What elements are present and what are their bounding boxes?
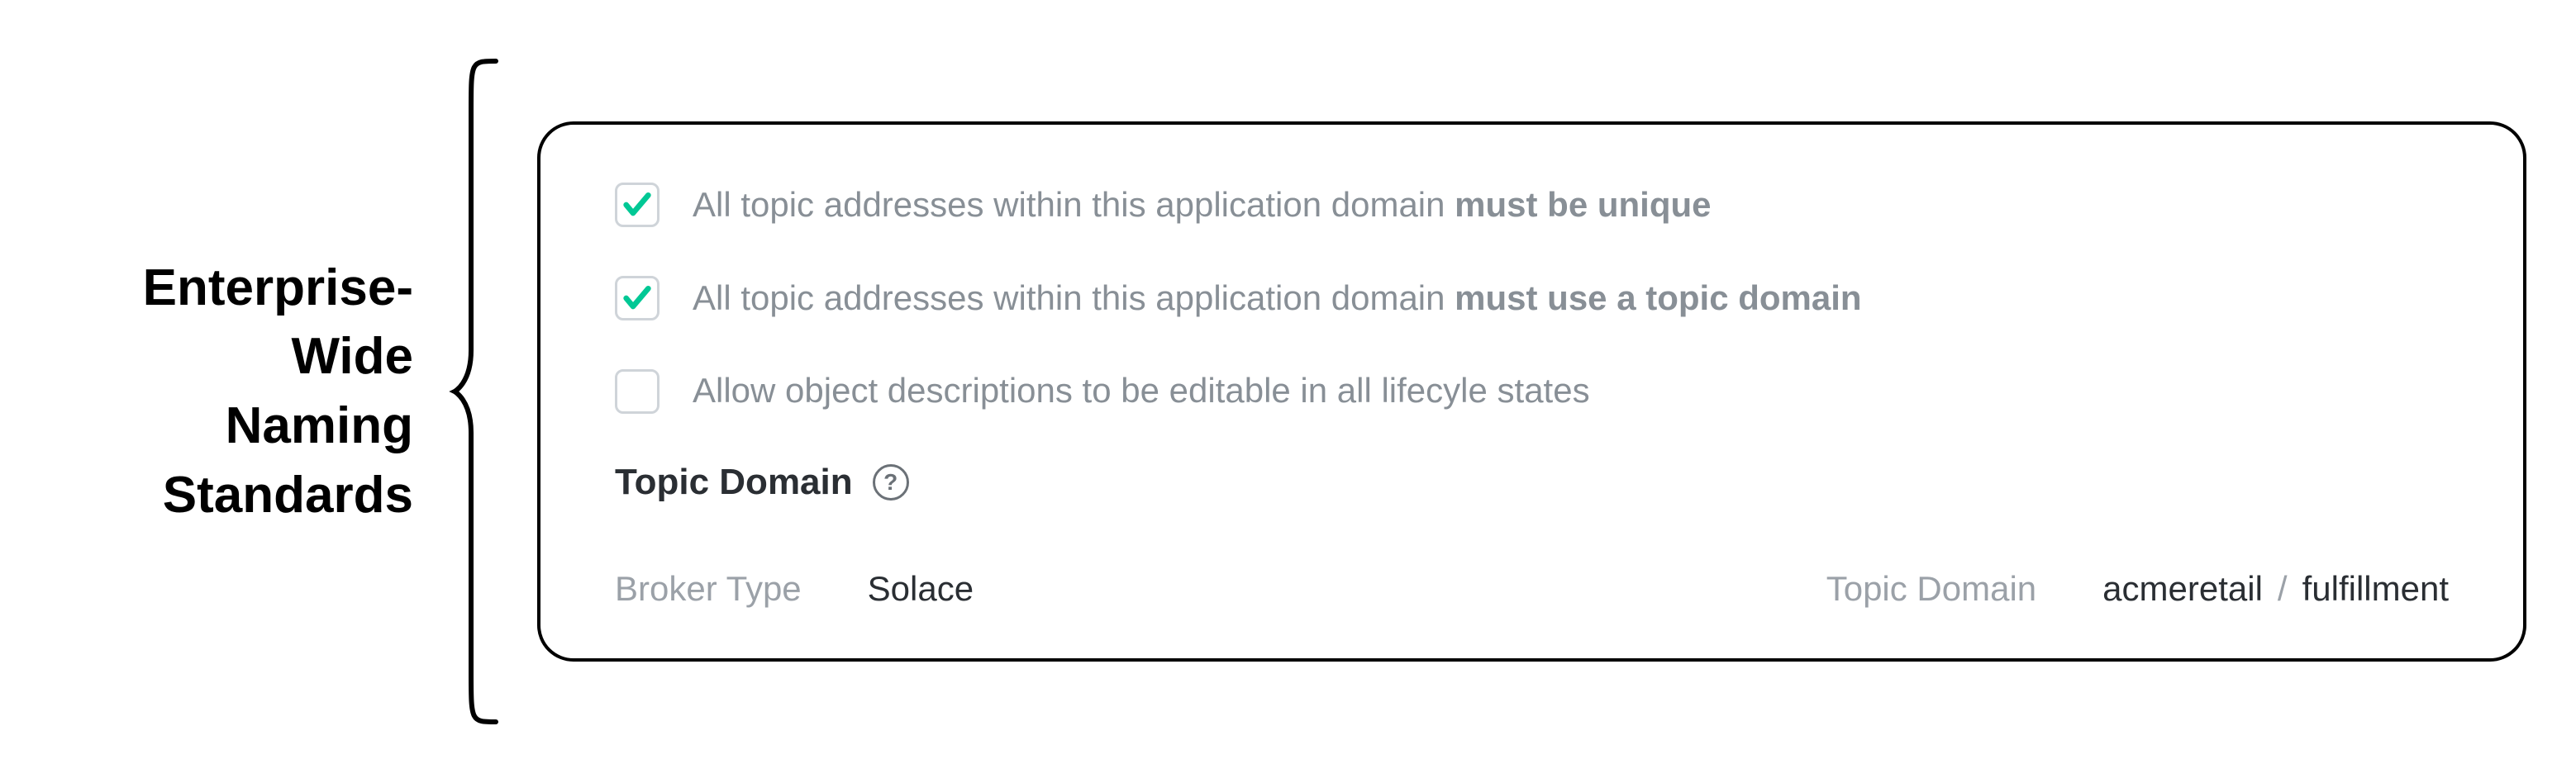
section-header: Topic Domain ?: [615, 462, 2449, 503]
help-icon[interactable]: ?: [873, 464, 909, 501]
brace-icon: [446, 53, 504, 730]
checkbox-label-topic-domain: All topic addresses within this applicat…: [693, 276, 1862, 321]
checkbox-row-topic-domain: All topic addresses within this applicat…: [615, 276, 2449, 321]
annotation-line: Enterprise-: [50, 254, 413, 323]
topic-domain-value: acmeretail/fulfillment: [2102, 569, 2449, 609]
checkbox-editable[interactable]: [615, 369, 659, 414]
annotation-label: Enterprise- Wide Naming Standards: [50, 254, 413, 530]
annotation-line: Naming: [50, 392, 413, 461]
check-icon: [621, 282, 654, 315]
checkbox-label-unique: All topic addresses within this applicat…: [693, 183, 1712, 228]
annotation-line: Standards: [50, 461, 413, 530]
checkbox-unique[interactable]: [615, 183, 659, 227]
settings-card: All topic addresses within this applicat…: [537, 121, 2526, 662]
annotation-line: Wide: [50, 322, 413, 392]
checkbox-row-editable: Allow object descriptions to be editable…: [615, 368, 2449, 414]
topic-domain-label: Topic Domain: [1826, 569, 2036, 609]
section-title: Topic Domain: [615, 462, 853, 503]
broker-type-label: Broker Type: [615, 569, 802, 609]
checkbox-topic-domain[interactable]: [615, 276, 659, 320]
checkbox-label-editable: Allow object descriptions to be editable…: [693, 368, 1590, 414]
broker-type-value: Solace: [868, 569, 974, 609]
check-icon: [621, 188, 654, 221]
checkbox-row-unique: All topic addresses within this applicat…: [615, 183, 2449, 228]
detail-row: Broker Type Solace Topic Domain acmereta…: [615, 569, 2449, 609]
